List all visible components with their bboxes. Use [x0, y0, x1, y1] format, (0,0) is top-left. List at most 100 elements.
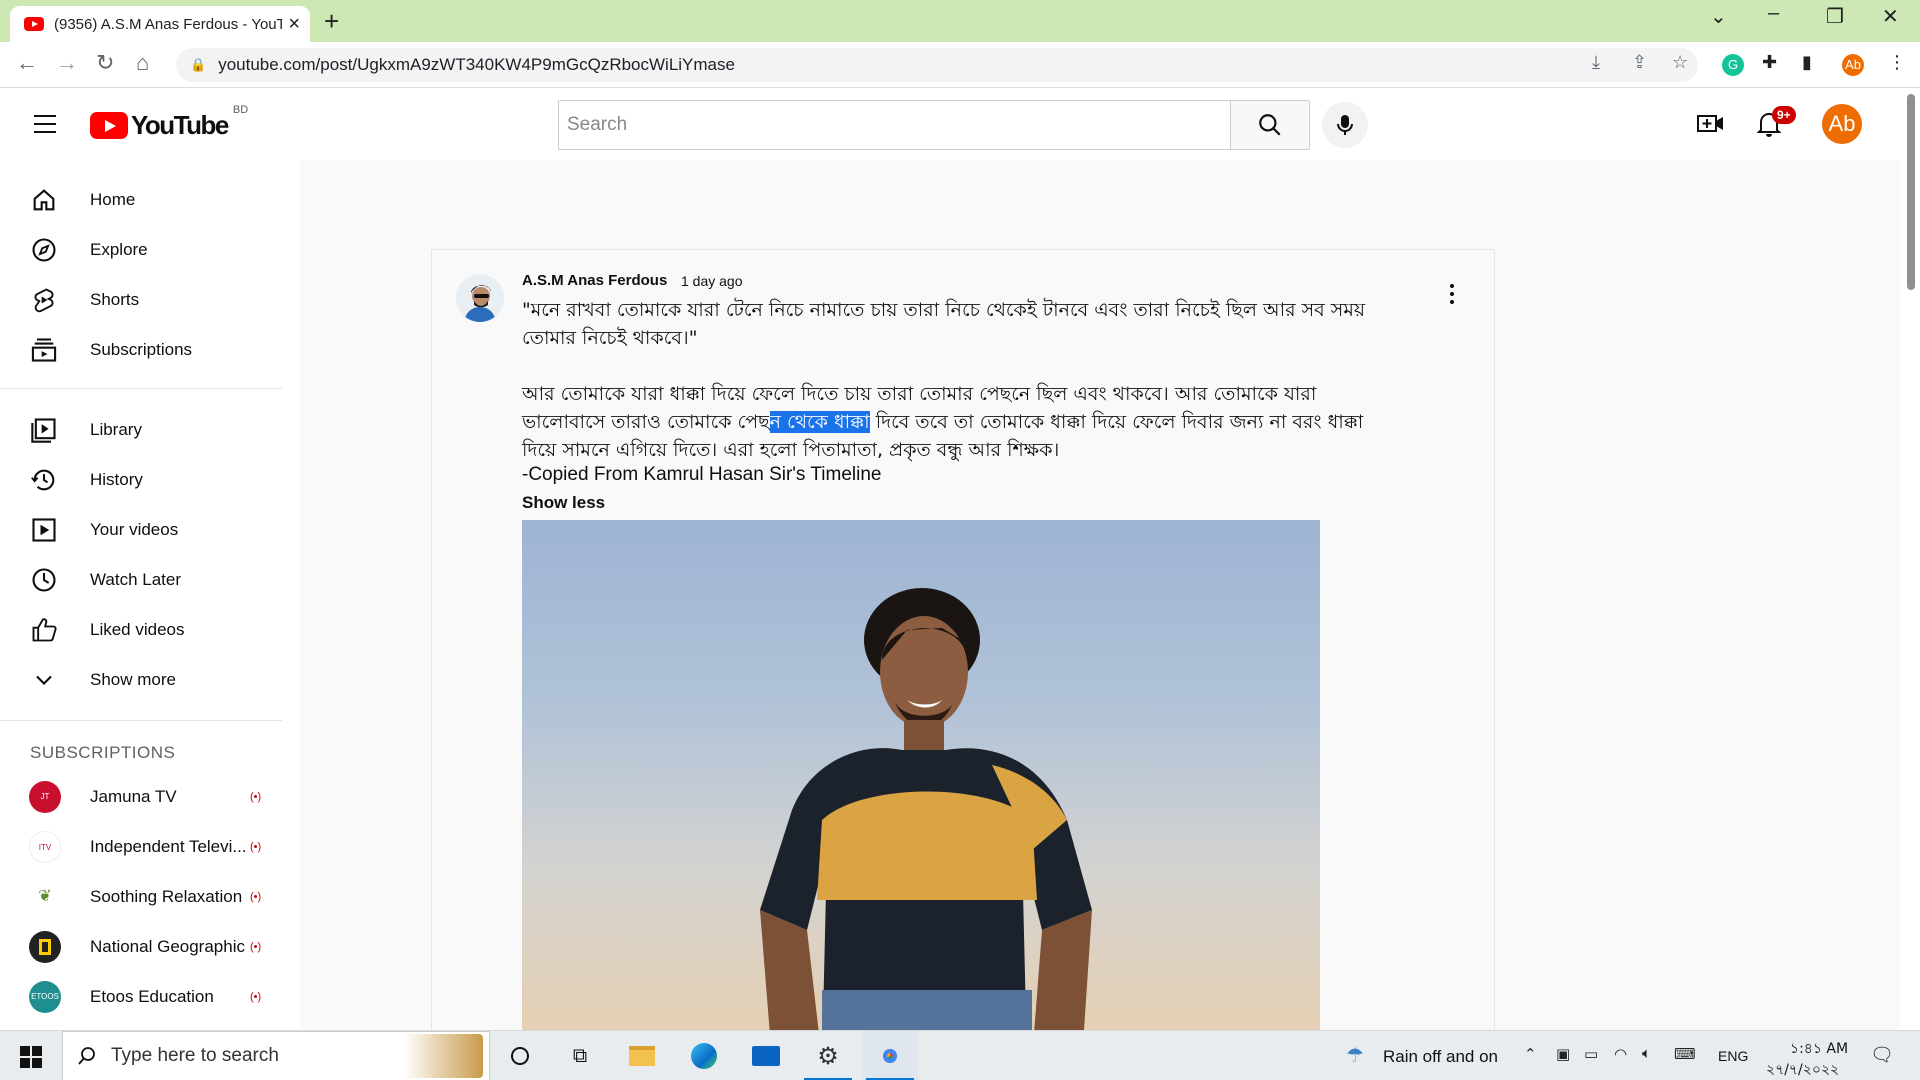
subscription-item-national-geographic[interactable]: National Geographic (•) — [0, 922, 300, 972]
scrollbar-thumb[interactable] — [1907, 94, 1915, 290]
sidebar-item-home[interactable]: Home — [0, 175, 300, 225]
account-avatar[interactable]: Ab — [1822, 104, 1862, 144]
subscription-item-jamuna-tv[interactable]: JT Jamuna TV (•) — [0, 772, 300, 822]
new-tab-icon[interactable]: + — [324, 6, 339, 37]
browser-toolbar: ← → ↻ ⌂ 🔒 youtube.com/post/UgkxmA9zWT340… — [0, 42, 1920, 88]
channel-avatar: JT — [29, 781, 61, 813]
tab-search-chevron-icon[interactable]: ⌄ — [1710, 4, 1727, 29]
sidebar-item-history[interactable]: History — [0, 455, 300, 505]
sidebar-item-label: Library — [90, 420, 142, 439]
sidebar-item-label: Subscriptions — [90, 340, 193, 359]
sidebar-item-liked-videos[interactable]: Liked videos — [0, 605, 300, 655]
task-view-icon[interactable]: ⧉ — [552, 1031, 608, 1080]
chevron-down-icon — [36, 675, 52, 685]
file-explorer-icon[interactable] — [614, 1031, 670, 1080]
edge-browser-icon[interactable] — [676, 1031, 732, 1080]
live-indicator-icon: (•) — [250, 891, 262, 903]
country-code: BD — [232, 104, 249, 116]
taskbar-search-box[interactable]: Type here to search — [62, 1031, 490, 1080]
chrome-menu-icon[interactable]: ⋮ — [1888, 52, 1906, 73]
reload-icon[interactable]: ↻ — [96, 50, 114, 76]
youtube-masthead: YouTube BD — [0, 88, 1900, 160]
post-image[interactable] — [522, 520, 1320, 1048]
sidebar-item-show-more[interactable]: Show more — [0, 655, 300, 705]
taskbar-search-icon — [78, 1047, 95, 1065]
post-timestamp[interactable]: 1 day ago — [681, 273, 743, 289]
chrome-taskbar-icon[interactable] — [862, 1031, 918, 1080]
subscription-label: Soothing Relaxation — [90, 887, 243, 906]
notification-badge: 9+ — [1772, 106, 1796, 124]
live-indicator-icon: (•) — [250, 791, 262, 803]
compass-icon — [32, 238, 56, 262]
back-icon[interactable]: ← — [16, 50, 38, 76]
sidebar-item-library[interactable]: Library — [0, 405, 300, 455]
sidebar-item-your-videos[interactable]: Your videos — [0, 505, 300, 555]
home-page-icon[interactable]: ⌂ — [136, 50, 149, 76]
live-indicator-icon: (•) — [250, 941, 262, 953]
weather-text[interactable]: Rain off and on — [1383, 1047, 1498, 1067]
sidebar-item-watch-later[interactable]: Watch Later — [0, 555, 300, 605]
lock-icon[interactable]: 🔒 — [190, 57, 206, 73]
sidebar-item-shorts[interactable]: Shorts — [0, 275, 300, 325]
meet-now-icon[interactable]: ▣ — [1556, 1045, 1570, 1063]
post-action-menu-icon[interactable] — [1450, 284, 1454, 308]
install-app-icon[interactable]: ⤓ — [1592, 52, 1600, 73]
weather-rain-icon[interactable]: ☂ — [1346, 1043, 1364, 1068]
mail-icon[interactable] — [738, 1031, 794, 1080]
create-video-icon[interactable] — [1696, 110, 1726, 138]
share-icon[interactable]: ⇪ — [1632, 52, 1647, 73]
search-input[interactable] — [558, 100, 1236, 150]
sidebar-item-explore[interactable]: Explore — [0, 225, 300, 275]
windows-start-icon[interactable] — [20, 1046, 42, 1068]
bookmark-star-icon[interactable]: ☆ — [1672, 52, 1688, 73]
browser-tab[interactable]: (9356) A.S.M Anas Ferdous - YouTube × — [10, 6, 310, 42]
browser-tab-strip: (9356) A.S.M Anas Ferdous - YouTube × + … — [0, 0, 1920, 42]
battery-icon[interactable]: ▭ — [1584, 1045, 1598, 1063]
tab-close-icon[interactable]: × — [288, 13, 300, 36]
subscription-label: National Geographic — [90, 937, 245, 956]
wifi-icon[interactable]: ◠ — [1614, 1045, 1627, 1063]
history-icon — [31, 469, 55, 491]
volume-icon[interactable]: 🔈︎ — [1642, 1045, 1651, 1062]
sidebar-item-label: Liked videos — [90, 620, 185, 639]
library-icon — [31, 418, 56, 443]
show-less-button[interactable]: Show less — [522, 493, 605, 513]
post-author-name[interactable]: A.S.M Anas Ferdous — [522, 272, 667, 289]
action-center-icon[interactable]: 🗨︎ — [1870, 1043, 1894, 1067]
tray-chevron-up-icon[interactable]: ⌃ — [1524, 1045, 1537, 1063]
channel-avatar: ❦ — [29, 881, 61, 913]
url-text: youtube.com/post/UgkxmA9zWT340KW4P9mGcQz… — [218, 55, 735, 74]
post-credit-line: -Copied From Kamrul Hasan Sir's Timeline — [522, 464, 882, 485]
touch-keyboard-icon[interactable]: ⌨ — [1674, 1045, 1696, 1063]
extensions-puzzle-icon[interactable]: ✚ — [1762, 52, 1777, 73]
subscription-item-independent-television[interactable]: ITV Independent Televi... (•) — [0, 822, 300, 872]
settings-gear-icon[interactable]: ⚙ — [800, 1031, 856, 1080]
thumbs-up-icon — [32, 618, 57, 642]
minimize-icon[interactable]: – — [1768, 2, 1779, 25]
sidebar-item-subscriptions[interactable]: Subscriptions — [0, 325, 300, 375]
address-bar[interactable]: 🔒 youtube.com/post/UgkxmA9zWT340KW4P9mGc… — [176, 48, 1698, 82]
grammarly-extension-icon[interactable]: G — [1722, 54, 1744, 76]
taskbar-clock-date[interactable]: ২৭/৭/২০২২ — [1766, 1058, 1839, 1080]
subscription-label: Jamuna TV — [90, 787, 177, 806]
community-post: A.S.M Anas Ferdous 1 day ago "মনে রাখবা … — [431, 249, 1495, 1049]
voice-search-button[interactable] — [1322, 102, 1368, 148]
window-close-icon[interactable]: ✕ — [1882, 4, 1899, 29]
youtube-play-logo-icon — [90, 112, 128, 139]
subscription-item-soothing-relaxation[interactable]: ❦ Soothing Relaxation (•) — [0, 872, 300, 922]
windows-taskbar: Type here to search ⧉ ⚙ ☂ Rain off and o… — [0, 1030, 1920, 1080]
tab-title: (9356) A.S.M Anas Ferdous - YouTube — [54, 15, 283, 33]
search-button[interactable] — [1230, 100, 1310, 150]
cortana-icon[interactable] — [492, 1031, 548, 1080]
input-language[interactable]: ENG — [1718, 1048, 1748, 1064]
forward-icon[interactable]: → — [56, 50, 78, 76]
restore-icon[interactable]: ❐ — [1826, 4, 1844, 29]
subscription-item-etoos-education[interactable]: ETOOS Etoos Education (•) — [0, 972, 300, 1022]
side-panel-icon[interactable]: ▮ — [1802, 52, 1812, 73]
guide-menu-icon[interactable] — [34, 115, 56, 139]
subscriptions-heading: SUBSCRIPTIONS — [30, 743, 176, 762]
youtube-logo[interactable]: YouTube BD — [90, 104, 248, 141]
page-scrollbar[interactable] — [1900, 88, 1920, 1030]
author-avatar[interactable] — [456, 274, 504, 322]
profile-avatar[interactable]: Ab — [1842, 54, 1864, 76]
